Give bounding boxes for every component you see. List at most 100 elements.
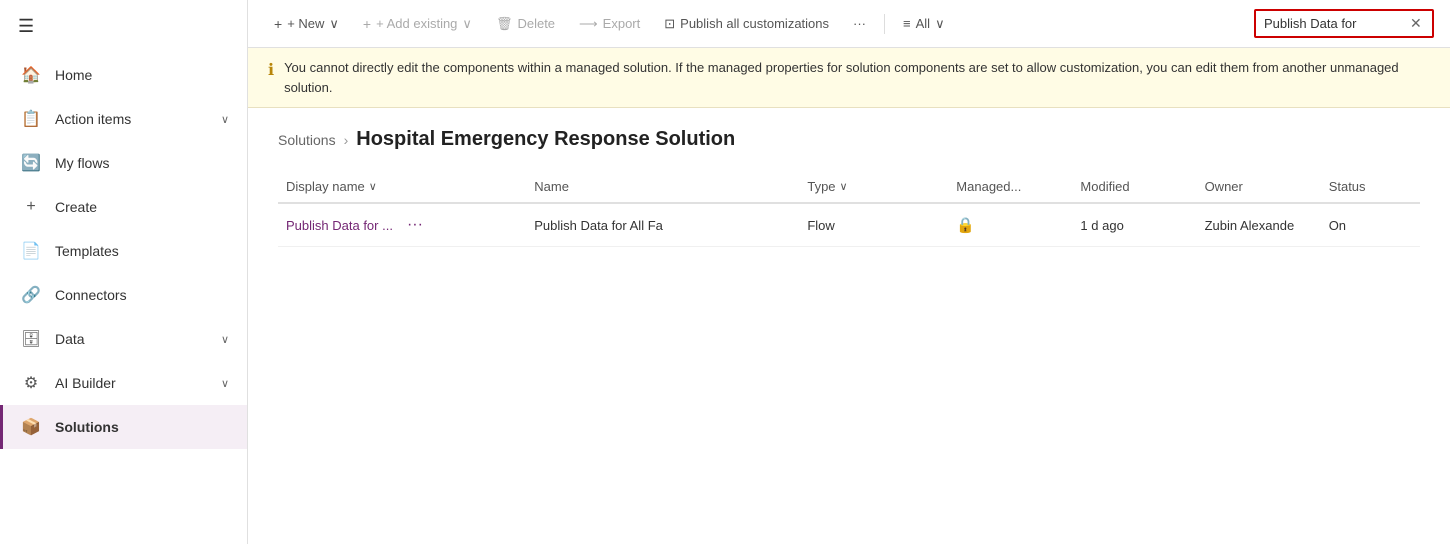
sidebar-item-ai-builder[interactable]: ⚙ AI Builder ∨ bbox=[0, 361, 247, 405]
ai-builder-icon: ⚙ bbox=[21, 373, 41, 393]
content-area: Solutions › Hospital Emergency Response … bbox=[248, 108, 1450, 544]
create-icon: + bbox=[21, 197, 41, 217]
filter-chevron-icon: ∨ bbox=[935, 16, 945, 32]
solutions-table: Display name ∨ Name Type ∨ Managed... Mo… bbox=[278, 171, 1420, 247]
warning-banner: ℹ You cannot directly edit the component… bbox=[248, 48, 1450, 108]
data-icon: 🗄 bbox=[21, 329, 41, 349]
col-modified: Modified bbox=[1072, 179, 1196, 194]
col-type-label: Type bbox=[807, 179, 835, 194]
search-box: ✕ bbox=[1254, 9, 1434, 38]
add-existing-chevron-icon: ∨ bbox=[462, 16, 472, 32]
home-icon: 🏠 bbox=[21, 65, 41, 85]
export-icon: ⟶ bbox=[579, 16, 598, 32]
col-owner: Owner bbox=[1197, 179, 1321, 194]
col-display-name[interactable]: Display name ∨ bbox=[278, 179, 526, 194]
lock-icon: 🔒 bbox=[956, 216, 975, 234]
row-options-button[interactable]: ··· bbox=[401, 214, 429, 236]
row-status: On bbox=[1329, 218, 1346, 233]
toolbar: + + New ∨ + + Add existing ∨ 🗑 Delete ⟶ … bbox=[248, 0, 1450, 48]
col-managed-label: Managed... bbox=[956, 179, 1021, 194]
sidebar-item-create[interactable]: + Create bbox=[0, 185, 247, 229]
cell-managed: 🔒 bbox=[948, 216, 1072, 234]
toolbar-divider bbox=[884, 14, 885, 34]
export-button[interactable]: ⟶ Export bbox=[569, 10, 650, 38]
sidebar-item-label-solutions: Solutions bbox=[55, 419, 229, 435]
col-status-label: Status bbox=[1329, 179, 1366, 194]
row-name: Publish Data for All Fa bbox=[534, 218, 663, 233]
new-button[interactable]: + + New ∨ bbox=[264, 10, 349, 38]
delete-trash-icon: 🗑 bbox=[496, 16, 513, 32]
sidebar: ☰ 🏠 Home 📋 Action items ∨ 🔄 My flows + Create 📄 Te… bbox=[0, 0, 248, 544]
add-existing-plus-icon: + bbox=[363, 16, 371, 32]
sidebar-item-label-ai-builder: AI Builder bbox=[55, 375, 207, 391]
col-managed: Managed... bbox=[948, 179, 1072, 194]
warning-text: You cannot directly edit the components … bbox=[284, 58, 1430, 97]
sidebar-item-label-my-flows: My flows bbox=[55, 155, 229, 171]
cell-display-name: Publish Data for ... ··· bbox=[278, 214, 526, 236]
add-existing-label: + Add existing bbox=[376, 16, 457, 31]
data-chevron-icon: ∨ bbox=[221, 333, 229, 346]
cell-name: Publish Data for All Fa bbox=[526, 218, 799, 233]
cell-modified: 1 d ago bbox=[1072, 218, 1196, 233]
more-options-button[interactable]: ··· bbox=[843, 10, 876, 37]
col-name: Name bbox=[526, 179, 799, 194]
solutions-icon: 📦 bbox=[21, 417, 41, 437]
table-header: Display name ∨ Name Type ∨ Managed... Mo… bbox=[278, 171, 1420, 204]
filter-label: All bbox=[916, 16, 930, 31]
filter-button[interactable]: ≡ All ∨ bbox=[893, 10, 955, 38]
info-icon: ℹ bbox=[268, 59, 274, 83]
sidebar-item-solutions[interactable]: 📦 Solutions bbox=[0, 405, 247, 449]
sidebar-item-action-items[interactable]: 📋 Action items ∨ bbox=[0, 97, 247, 141]
col-modified-label: Modified bbox=[1080, 179, 1129, 194]
action-items-chevron-icon: ∨ bbox=[221, 113, 229, 126]
templates-icon: 📄 bbox=[21, 241, 41, 261]
sidebar-item-label-connectors: Connectors bbox=[55, 287, 229, 303]
sort-display-name-icon: ∨ bbox=[369, 180, 377, 193]
my-flows-icon: 🔄 bbox=[21, 153, 41, 173]
col-status: Status bbox=[1321, 179, 1420, 194]
sidebar-item-my-flows[interactable]: 🔄 My flows bbox=[0, 141, 247, 185]
table-row: Publish Data for ... ··· Publish Data fo… bbox=[278, 204, 1420, 247]
sidebar-item-label-create: Create bbox=[55, 199, 229, 215]
sidebar-item-templates[interactable]: 📄 Templates bbox=[0, 229, 247, 273]
publish-all-button[interactable]: ⊡ Publish all customizations bbox=[654, 10, 839, 38]
row-owner: Zubin Alexande bbox=[1205, 218, 1295, 233]
delete-button[interactable]: 🗑 Delete bbox=[486, 10, 565, 38]
search-clear-button[interactable]: ✕ bbox=[1410, 15, 1422, 32]
publish-icon: ⊡ bbox=[664, 16, 675, 32]
sidebar-item-label-templates: Templates bbox=[55, 243, 229, 259]
main-content: + + New ∨ + + Add existing ∨ 🗑 Delete ⟶ … bbox=[248, 0, 1450, 544]
ai-builder-chevron-icon: ∨ bbox=[221, 377, 229, 390]
new-chevron-icon: ∨ bbox=[329, 16, 339, 32]
connectors-icon: 🔗 bbox=[21, 285, 41, 305]
more-dots-icon: ··· bbox=[853, 16, 866, 31]
col-type[interactable]: Type ∨ bbox=[799, 179, 948, 194]
export-label: Export bbox=[603, 16, 641, 31]
row-display-name-link[interactable]: Publish Data for ... bbox=[286, 218, 393, 233]
breadcrumb: Solutions › Hospital Emergency Response … bbox=[278, 128, 1420, 151]
sidebar-nav: 🏠 Home 📋 Action items ∨ 🔄 My flows + Create 📄 Temp… bbox=[0, 53, 247, 544]
action-items-icon: 📋 bbox=[21, 109, 41, 129]
new-plus-icon: + bbox=[274, 16, 282, 32]
sidebar-item-label-home: Home bbox=[55, 67, 229, 83]
sidebar-item-connectors[interactable]: 🔗 Connectors bbox=[0, 273, 247, 317]
sort-type-icon: ∨ bbox=[840, 180, 848, 193]
filter-lines-icon: ≡ bbox=[903, 16, 911, 31]
delete-label: Delete bbox=[517, 16, 555, 31]
hamburger-menu[interactable]: ☰ bbox=[0, 0, 247, 53]
col-display-name-label: Display name bbox=[286, 179, 365, 194]
breadcrumb-parent[interactable]: Solutions bbox=[278, 132, 336, 148]
add-existing-button[interactable]: + + Add existing ∨ bbox=[353, 10, 482, 38]
col-owner-label: Owner bbox=[1205, 179, 1243, 194]
sidebar-item-data[interactable]: 🗄 Data ∨ bbox=[0, 317, 247, 361]
cell-status: On bbox=[1321, 218, 1420, 233]
cell-owner: Zubin Alexande bbox=[1197, 218, 1321, 233]
publish-label: Publish all customizations bbox=[680, 16, 829, 31]
sidebar-item-label-action-items: Action items bbox=[55, 111, 207, 127]
breadcrumb-current: Hospital Emergency Response Solution bbox=[356, 128, 735, 151]
sidebar-item-home[interactable]: 🏠 Home bbox=[0, 53, 247, 97]
new-label: + New bbox=[287, 16, 324, 31]
sidebar-item-label-data: Data bbox=[55, 331, 207, 347]
search-input[interactable] bbox=[1264, 16, 1404, 31]
row-type: Flow bbox=[807, 218, 834, 233]
